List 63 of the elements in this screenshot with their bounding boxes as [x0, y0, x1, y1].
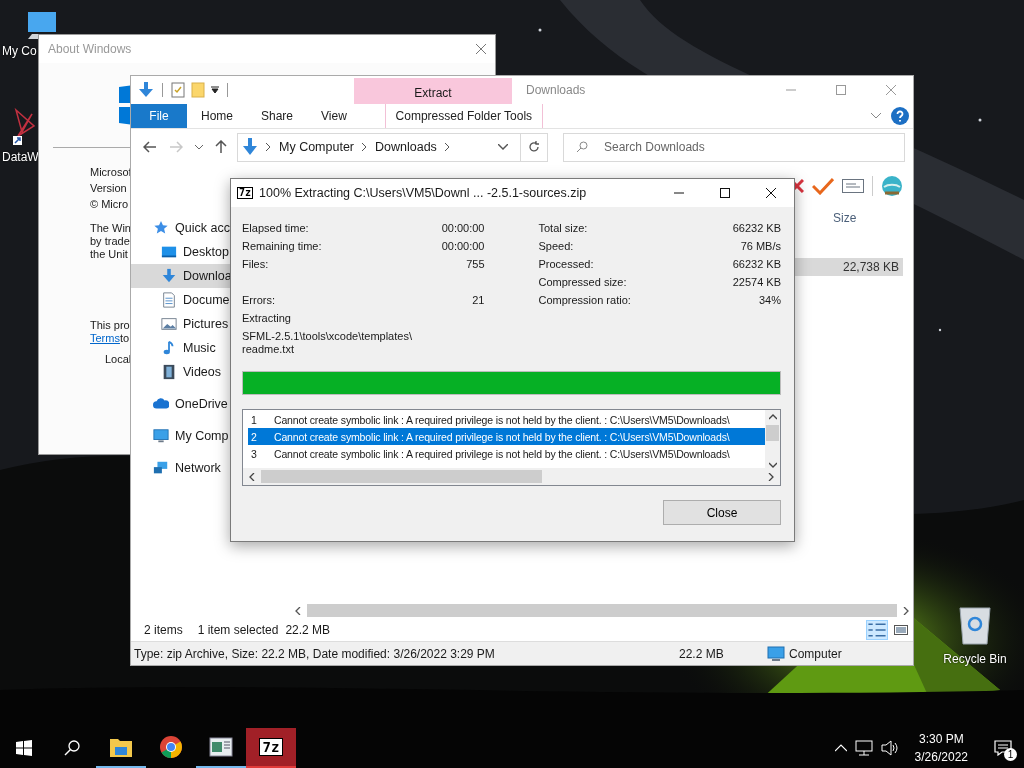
- terms-link[interactable]: Terms: [90, 332, 120, 345]
- stat-label: Elapsed time:: [242, 222, 309, 234]
- ribbon-tab[interactable]: Compressed Folder Tools: [384, 104, 543, 128]
- search-input[interactable]: Search Downloads: [563, 132, 905, 162]
- message-row[interactable]: 1 Cannot create symbolic link : A required privilege is not held by the client. : C:\Users\VM5\Downloads\: [248, 411, 765, 428]
- message-row[interactable]: 2 Cannot create symbolic link : A required privilege is not held by the client. : C:\Users\VM5\Downloads\: [248, 428, 765, 445]
- about-text: the Unit: [90, 248, 128, 261]
- file-size: 22.2 MB: [679, 646, 725, 661]
- stat-label: Remaining time:: [242, 240, 322, 252]
- about-text: The Win: [90, 222, 131, 235]
- stat-value: 22574 KB: [732, 276, 781, 288]
- stat-value: 76 MB/s: [740, 240, 781, 252]
- selection-size: 22.2 MB: [285, 623, 331, 637]
- window-title: 100% Extracting C:\Users\VM5\Downl ... -2.5.1-sources.zip: [259, 186, 587, 200]
- stat-label: Compression ratio:: [538, 294, 631, 306]
- about-text: This pro: [90, 319, 130, 332]
- stat-value: 00:00:00: [441, 222, 485, 234]
- about-text: © Micro: [90, 197, 129, 212]
- breadcrumb[interactable]: My Computer: [279, 140, 355, 154]
- clock-time[interactable]: 3:30 PM: [918, 730, 964, 748]
- window-title: Downloads: [526, 83, 586, 97]
- about-text: Version: [90, 181, 127, 196]
- file-path: SFML-2.5.1\tools\xcode\templates\: [242, 330, 413, 343]
- ribbon-tab[interactable]: Home: [187, 104, 247, 128]
- file-path: readme.txt: [242, 343, 295, 356]
- selection-count: 1 item selected: [197, 623, 279, 637]
- stat-value: 21: [472, 294, 485, 306]
- desktop-icon-label[interactable]: My Co: [2, 44, 37, 58]
- clock-date[interactable]: 3/26/2022: [914, 748, 968, 766]
- stat-label: Processed:: [538, 258, 594, 270]
- stat-label: Errors:: [242, 294, 275, 306]
- stat-value: 34%: [758, 294, 781, 306]
- stat-label: Speed:: [538, 240, 574, 252]
- stat-value: 66232 KB: [732, 222, 781, 234]
- window-title: About Windows: [48, 42, 133, 56]
- size-cell[interactable]: 22,738 KB: [792, 258, 903, 276]
- about-text: Local: [105, 352, 132, 367]
- item-count: 2 items: [144, 623, 183, 637]
- about-text: by trade: [90, 235, 130, 248]
- stat-value: 755: [466, 258, 485, 270]
- column-header[interactable]: Size: [833, 211, 903, 225]
- about-text: Microsof: [90, 165, 132, 180]
- location: Computer: [789, 646, 842, 661]
- desktop-icon-label[interactable]: DataW: [2, 150, 39, 164]
- stat-value: 66232 KB: [732, 258, 781, 270]
- contextual-group-label: Extract: [414, 86, 452, 100]
- breadcrumb[interactable]: Downloads: [375, 140, 437, 154]
- close-button[interactable]: Close: [663, 500, 781, 525]
- desktop-icon-label[interactable]: Recycle Bin: [943, 652, 1007, 666]
- ribbon-tab[interactable]: Share: [247, 104, 308, 128]
- stat-label: Compressed size:: [538, 276, 627, 288]
- taskbar-app[interactable]: 7z: [246, 728, 296, 768]
- file-details: Type: zip Archive, Size: 22.2 MB, Date modified: 3/26/2022 3:29 PM: [134, 646, 496, 661]
- status-text: Extracting: [242, 312, 291, 324]
- message-row[interactable]: 3 Cannot create symbolic link : A required privilege is not held by the client. : C:\Users\VM5\Downloads\: [248, 445, 765, 462]
- ribbon-tab[interactable]: View: [307, 104, 361, 128]
- address-bar[interactable]: My Computer Downloads: [237, 132, 548, 162]
- stat-label: Total size:: [538, 222, 588, 234]
- notification-badge: 1: [1004, 748, 1017, 761]
- stat-value: 00:00:00: [441, 240, 485, 252]
- about-text: to: [119, 332, 130, 345]
- ribbon-tab[interactable]: File: [131, 104, 187, 128]
- app-logo: 7z: [237, 187, 254, 199]
